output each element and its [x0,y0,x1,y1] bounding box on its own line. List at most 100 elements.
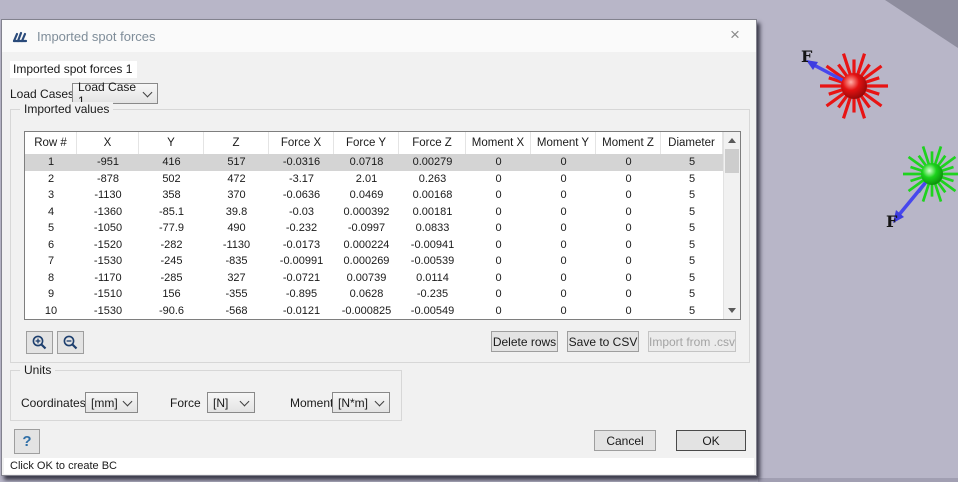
column-header[interactable]: X [77,132,139,154]
table-cell[interactable]: -0.0997 [334,220,399,237]
force-unit-select[interactable]: [N] [207,392,255,413]
table-cell[interactable]: -1130 [77,187,139,204]
table-cell[interactable]: 0 [531,286,596,303]
table-cell[interactable]: -951 [77,154,139,171]
table-cell[interactable]: 0.00279 [399,154,466,171]
table-cell[interactable]: -1510 [77,286,139,303]
table-cell[interactable]: 472 [204,171,269,188]
delete-rows-button[interactable]: Delete rows [491,331,558,352]
imported-values-table[interactable]: Row #XYZForce XForce YForce ZMoment XMom… [24,131,741,320]
zoom-in-button[interactable] [26,331,53,354]
table-cell[interactable]: -0.00549 [399,303,466,320]
table-cell[interactable]: 0.00168 [399,187,466,204]
table-cell[interactable]: 2.01 [334,171,399,188]
table-cell[interactable]: 39.8 [204,204,269,221]
table-cell[interactable]: -878 [77,171,139,188]
table-cell[interactable]: 370 [204,187,269,204]
column-header[interactable]: Y [139,132,204,154]
table-cell[interactable]: 0 [531,154,596,171]
table-cell[interactable]: 5 [661,220,723,237]
help-button[interactable]: ? [14,429,40,454]
table-cell[interactable]: -0.00539 [399,253,466,270]
cancel-button[interactable]: Cancel [594,430,656,451]
load-case-select[interactable]: Load Case 1 [72,83,158,104]
table-cell[interactable]: 0 [596,204,661,221]
table-cell[interactable]: -245 [139,253,204,270]
scroll-up-icon[interactable] [728,138,736,143]
table-cell[interactable]: 0 [596,270,661,287]
table-cell[interactable]: 0 [596,253,661,270]
coordinates-unit-select[interactable]: [mm] [85,392,138,413]
table-cell[interactable]: 0.0114 [399,270,466,287]
table-cell[interactable]: -355 [204,286,269,303]
table-cell[interactable]: 5 [661,154,723,171]
table-cell[interactable]: 0.0833 [399,220,466,237]
table-cell[interactable]: 0.263 [399,171,466,188]
table-cell[interactable]: -0.00941 [399,237,466,254]
table-cell[interactable]: 0 [531,253,596,270]
table-cell[interactable]: -0.03 [269,204,334,221]
table-cell[interactable]: 0 [531,220,596,237]
table-cell[interactable]: -0.235 [399,286,466,303]
table-cell[interactable]: 0.000224 [334,237,399,254]
table-cell[interactable]: 0 [531,171,596,188]
scrollbar-thumb[interactable] [725,149,739,173]
table-cell[interactable]: 0 [531,270,596,287]
table-cell[interactable]: 490 [204,220,269,237]
table-row[interactable]: 7-1530-245-835-0.009910.000269-0.0053900… [25,253,723,270]
table-cell[interactable]: 0.00181 [399,204,466,221]
column-header[interactable]: Force X [269,132,334,154]
table-cell[interactable]: -90.6 [139,303,204,320]
table-cell[interactable]: 156 [139,286,204,303]
table-cell[interactable]: -568 [204,303,269,320]
table-cell[interactable]: 0 [596,220,661,237]
table-cell[interactable]: 0 [596,187,661,204]
table-cell[interactable]: 502 [139,171,204,188]
table-cell[interactable]: -285 [139,270,204,287]
table-cell[interactable]: 0.0628 [334,286,399,303]
table-cell[interactable]: 6 [25,237,77,254]
table-cell[interactable]: 358 [139,187,204,204]
table-cell[interactable]: -77.9 [139,220,204,237]
vertical-scrollbar[interactable] [723,132,740,319]
table-cell[interactable]: 0 [596,171,661,188]
table-cell[interactable]: 0 [466,286,531,303]
table-cell[interactable]: 9 [25,286,77,303]
table-cell[interactable]: -0.0636 [269,187,334,204]
table-cell[interactable]: -1520 [77,237,139,254]
table-cell[interactable]: 0 [531,187,596,204]
table-cell[interactable]: 0 [596,237,661,254]
table-cell[interactable]: 5 [661,171,723,188]
column-header[interactable]: Moment Z [596,132,661,154]
table-cell[interactable]: 4 [25,204,77,221]
table-cell[interactable]: 0.0469 [334,187,399,204]
table-cell[interactable]: -1530 [77,303,139,320]
table-cell[interactable]: 7 [25,253,77,270]
column-header[interactable]: Z [204,132,269,154]
table-cell[interactable]: -0.00991 [269,253,334,270]
scroll-down-icon[interactable] [728,308,736,313]
table-cell[interactable]: 327 [204,270,269,287]
table-cell[interactable]: -1130 [204,237,269,254]
table-cell[interactable]: -0.0721 [269,270,334,287]
table-cell[interactable]: -1530 [77,253,139,270]
table-cell[interactable]: 5 [661,187,723,204]
table-cell[interactable]: -1170 [77,270,139,287]
moment-unit-select[interactable]: [N*m] [332,392,390,413]
table-cell[interactable]: 0 [466,171,531,188]
ok-button[interactable]: OK [676,430,746,451]
table-cell[interactable]: 0 [531,237,596,254]
table-cell[interactable]: 0 [531,204,596,221]
table-cell[interactable]: 0 [466,204,531,221]
column-header[interactable]: Force Y [334,132,399,154]
close-icon[interactable]: × [724,24,746,46]
table-cell[interactable]: 0 [466,253,531,270]
column-header[interactable]: Moment X [466,132,531,154]
save-to-csv-button[interactable]: Save to CSV [567,331,639,352]
table-cell[interactable]: 5 [661,270,723,287]
table-cell[interactable]: 0.000269 [334,253,399,270]
table-cell[interactable]: 0 [596,154,661,171]
table-cell[interactable]: 0.00739 [334,270,399,287]
table-cell[interactable]: 0 [466,237,531,254]
table-cell[interactable]: 0 [466,220,531,237]
